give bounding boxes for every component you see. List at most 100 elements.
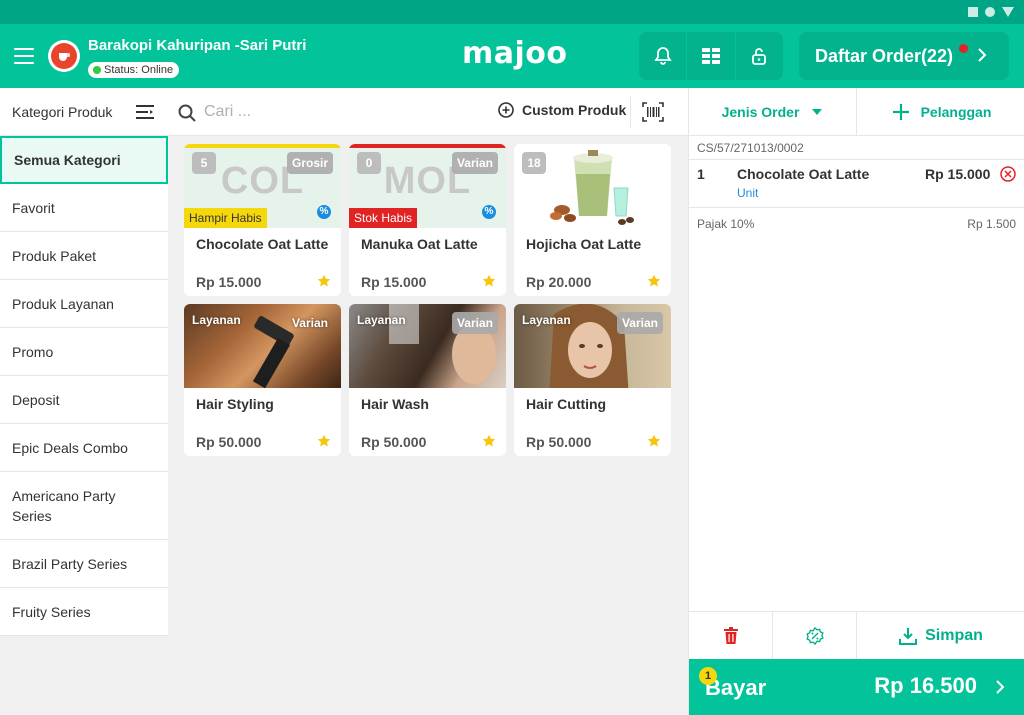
product-name: Hair Wash bbox=[361, 396, 429, 412]
customer-label: Pelanggan bbox=[920, 104, 992, 120]
cup-icon bbox=[59, 53, 70, 61]
stock-status-badge: Stok Habis bbox=[349, 208, 418, 228]
stock-status-badge: Hampir Habis bbox=[184, 208, 267, 228]
order-type-label: Jenis Order bbox=[721, 104, 800, 120]
product-name: Manuka Oat Latte bbox=[361, 236, 478, 252]
delete-order-button[interactable] bbox=[689, 612, 773, 659]
product-price: Rp 50.000 bbox=[361, 434, 427, 450]
product-toolbar: Custom Produk bbox=[168, 88, 688, 136]
product-price: Rp 20.000 bbox=[526, 274, 592, 290]
menu-icon[interactable] bbox=[14, 48, 34, 64]
service-badge: Layanan bbox=[192, 313, 241, 327]
custom-product-button[interactable]: Custom Produk bbox=[498, 102, 626, 118]
product-price: Rp 50.000 bbox=[196, 434, 262, 450]
star-icon[interactable] bbox=[317, 274, 331, 288]
system-status-bar bbox=[0, 0, 1024, 24]
sidebar-item-produk-paket[interactable]: Produk Paket bbox=[0, 232, 168, 280]
bell-icon bbox=[653, 47, 672, 65]
chevron-right-icon bbox=[996, 680, 1005, 694]
star-icon[interactable] bbox=[647, 434, 661, 448]
product-type-badge: Varian bbox=[451, 152, 498, 174]
search-icon bbox=[178, 104, 196, 122]
product-type-badge: Varian bbox=[451, 312, 498, 334]
order-item-name[interactable]: Chocolate Oat Latte bbox=[737, 166, 869, 182]
product-name: Hair Cutting bbox=[526, 396, 607, 412]
caret-down-icon bbox=[812, 109, 823, 115]
tax-value: Rp 1.500 bbox=[967, 217, 1016, 231]
order-item-unit: Unit bbox=[737, 186, 759, 200]
order-list-button[interactable]: Daftar Order(22) bbox=[799, 32, 1009, 80]
tax-label: Pajak 10% bbox=[697, 217, 755, 231]
divider bbox=[689, 207, 1024, 208]
barcode-icon[interactable] bbox=[642, 102, 664, 122]
stock-out-bar bbox=[349, 144, 506, 148]
status-badge: Status: Online bbox=[88, 62, 180, 78]
stock-count-badge: 5 bbox=[192, 152, 216, 174]
category-title: Kategori Produk bbox=[12, 103, 113, 120]
store-name: Barakopi Kahuripan -Sari Putri bbox=[88, 37, 307, 54]
add-circle-icon bbox=[498, 102, 514, 118]
stock-count-badge: 18 bbox=[522, 152, 546, 174]
save-order-button[interactable]: Simpan bbox=[857, 612, 1024, 659]
add-customer-button[interactable]: Pelanggan bbox=[857, 88, 1024, 136]
order-list-label: Daftar Order(22) bbox=[815, 45, 954, 66]
save-label: Simpan bbox=[925, 626, 983, 644]
list-menu-icon[interactable] bbox=[136, 105, 154, 119]
product-price: Rp 50.000 bbox=[526, 434, 592, 450]
sidebar-item-produk-layanan[interactable]: Produk Layanan bbox=[0, 280, 168, 328]
order-id: CS/57/271013/0002 bbox=[697, 141, 804, 155]
product-name: Hair Styling bbox=[196, 396, 274, 412]
discount-button[interactable] bbox=[773, 612, 857, 659]
remove-item-icon[interactable] bbox=[1000, 166, 1016, 182]
product-name: Chocolate Oat Latte bbox=[196, 236, 329, 252]
chevron-right-icon bbox=[978, 48, 987, 62]
order-item-qty: 1 bbox=[697, 166, 705, 182]
star-icon[interactable] bbox=[317, 434, 331, 448]
product-price: Rp 15.000 bbox=[196, 274, 262, 290]
notification-button[interactable] bbox=[639, 32, 688, 80]
category-sidebar: Kategori Produk Semua Kategori Favorit P… bbox=[0, 88, 168, 715]
sidebar-item-deposit[interactable]: Deposit bbox=[0, 376, 168, 424]
product-price: Rp 15.000 bbox=[361, 274, 427, 290]
home-icon bbox=[985, 7, 995, 17]
product-card[interactable]: Layanan Varian Hair Wash Rp 50.000 bbox=[349, 304, 506, 456]
product-card[interactable]: COL 5 Grosir Hampir Habis % Chocolate Oa… bbox=[184, 144, 341, 296]
pay-button[interactable]: Bayar 1 Rp 16.500 bbox=[689, 659, 1024, 715]
stock-count-badge: 0 bbox=[357, 152, 381, 174]
unlock-icon bbox=[752, 48, 767, 65]
sidebar-item-semua-kategori[interactable]: Semua Kategori bbox=[0, 136, 168, 184]
lock-button[interactable] bbox=[736, 32, 783, 80]
sidebar-item-promo[interactable]: Promo bbox=[0, 328, 168, 376]
search-input[interactable] bbox=[204, 100, 454, 124]
stock-warning-bar bbox=[184, 144, 341, 148]
discount-badge-icon bbox=[805, 626, 824, 645]
back-icon bbox=[1002, 7, 1014, 17]
discount-icon: % bbox=[482, 205, 496, 219]
category-header: Kategori Produk bbox=[0, 88, 168, 136]
star-icon[interactable] bbox=[647, 274, 661, 288]
sidebar-item-favorit[interactable]: Favorit bbox=[0, 184, 168, 232]
order-item-price: Rp 15.000 bbox=[925, 166, 991, 182]
order-panel: Jenis Order Pelanggan CS/57/271013/0002 … bbox=[688, 88, 1024, 715]
product-name: Hojicha Oat Latte bbox=[526, 236, 642, 252]
sidebar-item-epic-deals-combo[interactable]: Epic Deals Combo bbox=[0, 424, 168, 472]
product-card[interactable]: 18 Hojicha Oat Latte Rp 20.000 bbox=[514, 144, 671, 296]
star-icon[interactable] bbox=[482, 434, 496, 448]
sidebar-item-americano-party-series[interactable]: Americano Party Series bbox=[0, 472, 168, 540]
product-card[interactable]: Layanan Varian Hair Styling Rp 50.000 bbox=[184, 304, 341, 456]
sidebar-item-brazil-party-series[interactable]: Brazil Party Series bbox=[0, 540, 168, 588]
product-card[interactable]: Layanan Varian Hair Cutting Rp 50.000 bbox=[514, 304, 671, 456]
plus-icon bbox=[892, 104, 909, 120]
order-type-dropdown[interactable]: Jenis Order bbox=[689, 88, 857, 136]
store-logo bbox=[48, 40, 80, 72]
sidebar-item-fruity-series[interactable]: Fruity Series bbox=[0, 588, 168, 636]
trash-icon bbox=[723, 626, 738, 644]
product-card[interactable]: MOL 0 Varian Stok Habis % Manuka Oat Lat… bbox=[349, 144, 506, 296]
product-type-badge: Varian bbox=[291, 316, 328, 330]
notification-dot bbox=[959, 44, 968, 53]
table-layout-button[interactable] bbox=[687, 32, 736, 80]
stop-icon bbox=[968, 7, 978, 17]
header-action-group bbox=[639, 32, 783, 80]
star-icon[interactable] bbox=[482, 274, 496, 288]
brand-logo: majoo bbox=[462, 36, 568, 71]
